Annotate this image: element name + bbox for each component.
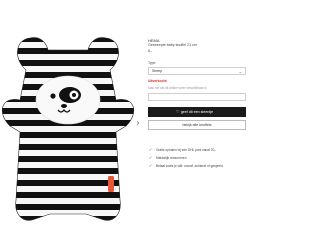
check-icon: ✓ (149, 147, 153, 152)
product-image[interactable] (0, 0, 142, 250)
product-gallery: › (0, 0, 142, 250)
check-icon: ✓ (149, 155, 153, 160)
variant-selected-value: Streep (152, 69, 162, 73)
variant-select[interactable]: Streep ⌄ (148, 67, 246, 75)
usp-list: ✓ Gratis ophalen bij een DHL punt vanaf … (148, 147, 250, 169)
heart-icon: ♡ (176, 109, 180, 114)
usp-item: ✓ Gratis ophalen bij een DHL punt vanaf … (148, 147, 250, 153)
stock-status: Uitverkocht (148, 79, 167, 83)
check-icon: ✓ (149, 163, 153, 168)
chevron-down-icon: ⌄ (238, 69, 242, 74)
chevron-right-icon[interactable]: › (134, 119, 142, 129)
wishlist-button[interactable]: ♡ geef dit een steentje (148, 107, 246, 117)
view-all-button[interactable]: bekijk alle knuffels (148, 120, 246, 130)
email-field[interactable] (148, 93, 246, 101)
notify-text: Mail me als dit artikel weer beschikbaar… (148, 86, 207, 90)
usp-item: ✓ Makkelijk retourneren (148, 155, 250, 161)
usp-text: Makkelijk retourneren (156, 156, 187, 160)
usp-text: Betaal zoals je wilt: vooraf, achteraf o… (156, 164, 223, 168)
usp-item: ✓ Betaal zoals je wilt: vooraf, achteraf… (148, 163, 250, 169)
view-all-button-label: bekijk alle knuffels (182, 123, 212, 127)
product-price: 6,- (148, 49, 153, 53)
variant-label: Type (148, 61, 156, 65)
product-info: HEMA Gestreepte baby knuffel 21 cm 6,- T… (148, 36, 250, 172)
wishlist-button-label: geef dit een steentje (180, 110, 214, 114)
usp-text: Gratis ophalen bij een DHL punt vanaf 20… (156, 148, 217, 152)
product-title: Gestreepte baby knuffel 21 cm (148, 43, 197, 47)
